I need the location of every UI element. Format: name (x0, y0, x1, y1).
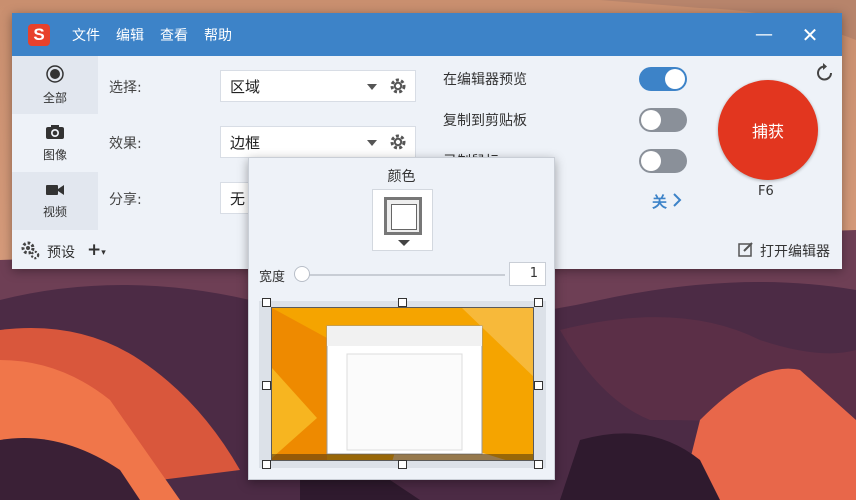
color-label: 颜色 (387, 169, 416, 185)
effect-value: 边框 (230, 133, 261, 152)
menu-bar: 文件 编辑 查看 帮助 (64, 25, 240, 45)
gears-icon (20, 240, 40, 264)
minimize-button[interactable]: — (742, 13, 786, 56)
open-editor-button[interactable]: 打开编辑器 (738, 241, 830, 261)
selection-dropdown[interactable]: 区域 (220, 70, 416, 102)
selection-label: 选择: (109, 80, 142, 96)
width-label: 宽度 (259, 270, 286, 285)
border-preview (259, 298, 546, 469)
reset-icon[interactable] (814, 62, 836, 88)
more-options-link[interactable]: 关 (652, 191, 682, 212)
width-slider-handle[interactable] (294, 266, 310, 282)
sidebar-item-all[interactable]: 全部 (12, 56, 98, 114)
width-value-field[interactable]: 1 (509, 262, 546, 286)
resize-handle[interactable] (398, 460, 407, 469)
title-bar: S 文件 编辑 查看 帮助 — ✕ (12, 13, 842, 56)
open-editor-label: 打开编辑器 (760, 244, 830, 260)
target-icon (46, 64, 64, 86)
video-camera-icon (45, 183, 65, 200)
more-options-label: 关 (652, 193, 668, 211)
sidebar-item-label: 图像 (42, 147, 67, 162)
border-color-picker[interactable] (372, 189, 433, 251)
menu-edit[interactable]: 编辑 (116, 25, 144, 45)
copy-to-clipboard-toggle[interactable] (639, 108, 687, 132)
resize-handle[interactable] (534, 298, 543, 307)
presets-button[interactable]: 预设 (20, 240, 75, 264)
toggle-knob (641, 151, 661, 171)
menu-file[interactable]: 文件 (72, 25, 100, 45)
chevron-down-icon: ▾ (101, 248, 106, 258)
gear-icon[interactable] (389, 133, 407, 155)
chevron-right-icon (672, 193, 682, 211)
preview-in-editor-toggle[interactable] (639, 67, 687, 91)
selection-value: 区域 (230, 77, 261, 96)
chevron-down-icon (367, 140, 377, 146)
sidebar-item-image[interactable]: 图像 (12, 114, 98, 172)
menu-view[interactable]: 查看 (160, 25, 188, 45)
presets-label: 预设 (47, 245, 75, 261)
border-effect-popup: 颜色 宽度 1 (248, 157, 555, 480)
toggle-knob (665, 69, 685, 89)
camera-icon (45, 124, 65, 143)
sidebar-item-video[interactable]: 视频 (12, 172, 98, 230)
resize-handle[interactable] (534, 381, 543, 390)
capture-hotkey: F6 (758, 184, 774, 199)
toggle-knob (641, 110, 661, 130)
chevron-down-icon (398, 240, 410, 246)
resize-handle[interactable] (262, 381, 271, 390)
preview-thumbnail (271, 307, 534, 461)
capture-mode-sidebar: 全部 图像 视频 (12, 56, 98, 232)
record-mouse-toggle[interactable] (639, 149, 687, 173)
share-value: 无 (230, 189, 246, 208)
resize-handle[interactable] (262, 460, 271, 469)
capture-button[interactable]: 捕获 (718, 80, 818, 180)
resize-handle[interactable] (534, 460, 543, 469)
share-label: 分享: (109, 192, 142, 208)
width-slider[interactable] (297, 274, 505, 276)
effect-label: 效果: (109, 136, 142, 152)
sidebar-item-label: 视频 (42, 204, 67, 219)
resize-handle[interactable] (262, 298, 271, 307)
gear-icon[interactable] (389, 77, 407, 99)
resize-handle[interactable] (398, 298, 407, 307)
preview-in-editor-label: 在编辑器预览 (443, 72, 527, 88)
close-button[interactable]: ✕ (788, 13, 832, 56)
effect-dropdown[interactable]: 边框 (220, 126, 416, 158)
edit-icon (738, 241, 754, 261)
app-logo: S (28, 23, 50, 46)
copy-to-clipboard-label: 复制到剪贴板 (443, 113, 527, 129)
add-preset-button[interactable]: +▾ (87, 240, 106, 260)
chevron-down-icon (367, 84, 377, 90)
border-swatch-icon (384, 197, 422, 235)
menu-help[interactable]: 帮助 (204, 25, 232, 45)
add-preset-label: + (87, 240, 102, 260)
sidebar-item-label: 全部 (42, 90, 67, 105)
